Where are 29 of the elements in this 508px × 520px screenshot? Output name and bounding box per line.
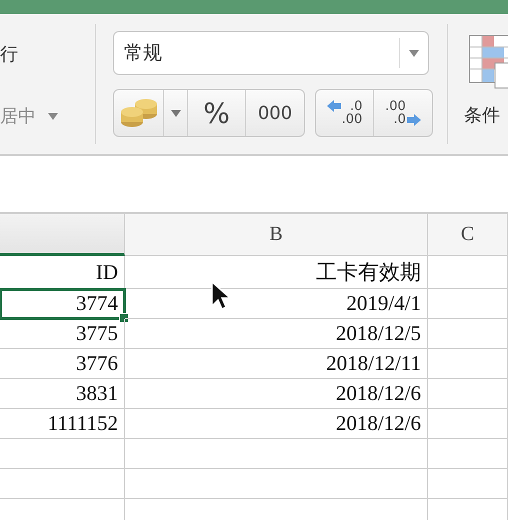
decrease-decimal-button[interactable]: .00 .0: [374, 90, 432, 136]
conditional-formatting-icon[interactable]: [469, 35, 508, 89]
table-cell: 2018/12/6: [125, 409, 428, 439]
percent-button[interactable]: %: [188, 90, 246, 136]
number-format-dropdown[interactable]: 常规: [113, 31, 429, 75]
table-cell: 3774: [0, 289, 125, 319]
mouse-pointer-icon: [211, 281, 231, 311]
caret-icon: [170, 110, 180, 116]
increase-decimal-button[interactable]: .0 .00: [316, 90, 374, 136]
table-cell: 3775: [0, 319, 125, 349]
conditional-formatting-label[interactable]: 条件: [464, 103, 508, 127]
column-header[interactable]: C: [428, 214, 508, 256]
right-arrow-icon: [406, 114, 421, 126]
wrap-text-label[interactable]: 行: [0, 42, 95, 66]
column-header[interactable]: [0, 214, 125, 256]
coins-icon: [118, 98, 158, 128]
table-cell: 2018/12/11: [125, 349, 428, 379]
fill-handle[interactable]: [119, 313, 129, 323]
table-cell: 2018/12/5: [125, 319, 428, 349]
thousands-separator-button[interactable]: 000: [246, 90, 304, 136]
table-cell: ID: [0, 256, 125, 289]
table-cell: 3776: [0, 349, 125, 379]
caret-icon: [48, 112, 58, 120]
left-arrow-icon: [326, 100, 341, 112]
table-cell: 3831: [0, 379, 125, 409]
caret-icon: [409, 50, 419, 56]
table-cell: 2018/12/6: [125, 379, 428, 409]
column-header[interactable]: B: [125, 214, 428, 256]
table-cell: 1111152: [0, 409, 125, 439]
